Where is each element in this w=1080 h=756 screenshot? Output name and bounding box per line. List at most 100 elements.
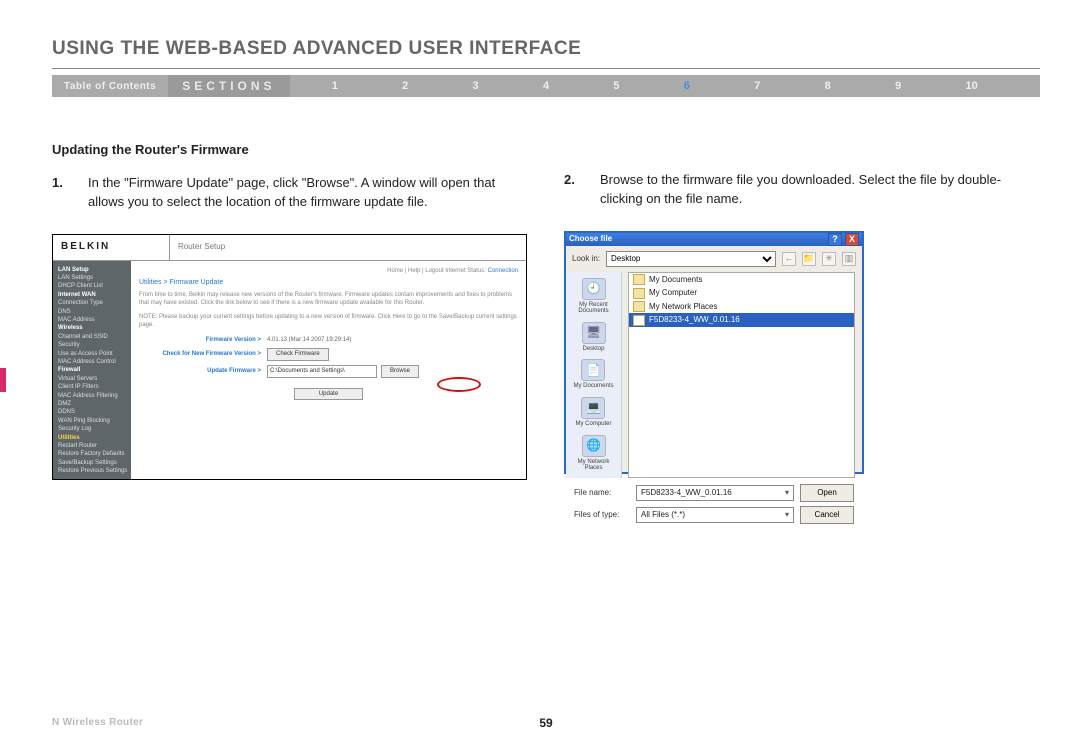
section-link-4[interactable]: 4 — [543, 80, 549, 92]
sidebar-item[interactable]: Restart Router — [53, 441, 131, 449]
router-pane: Home | Help | Logout Internet Status: Co… — [131, 261, 526, 479]
sidebar-item[interactable]: Connection Type — [53, 298, 131, 306]
check-firmware-label: Check for New Firmware Version > — [139, 350, 267, 359]
section-navbar: Table of Contents SECTIONS 1 2 3 4 5 6 7 8 9 10 — [52, 75, 1040, 97]
file-item[interactable]: My Documents — [629, 273, 854, 287]
sections-label: SECTIONS — [168, 75, 289, 97]
sidebar-item[interactable]: Security — [53, 340, 131, 348]
file-icon — [633, 274, 645, 285]
sidebar-header: Firewall — [53, 365, 131, 373]
step-1-number: 1. — [52, 174, 74, 212]
newfolder-icon[interactable]: ✳ — [822, 252, 836, 266]
sidebar-item[interactable]: MAC Address Control — [53, 357, 131, 365]
place-item[interactable]: 📄My Documents — [573, 359, 613, 390]
sidebar-item[interactable]: Virtual Servers — [53, 374, 131, 382]
sidebar-item[interactable]: Channel and SSID — [53, 332, 131, 340]
lookin-label: Look in: — [572, 253, 600, 265]
sidebar-header: Internet WAN — [53, 290, 131, 298]
sidebar-item[interactable]: Save/Backup Settings — [53, 458, 131, 466]
section-link-8[interactable]: 8 — [825, 80, 831, 92]
section-link-3[interactable]: 3 — [473, 80, 479, 92]
sidebar-header: Wireless — [53, 323, 131, 331]
places-bar: 🕘My Recent Documents 🖥Desktop 📄My Document… — [566, 272, 622, 478]
section-link-1[interactable]: 1 — [332, 80, 338, 92]
browse-highlight-circle — [437, 377, 481, 392]
sidebar-item[interactable]: DMZ — [53, 399, 131, 407]
section-link-5[interactable]: 5 — [613, 80, 619, 92]
section-link-7[interactable]: 7 — [754, 80, 760, 92]
place-icon: 💻 — [581, 397, 605, 419]
sidebar-item[interactable]: LAN Settings — [53, 273, 131, 281]
cancel-button[interactable]: Cancel — [800, 506, 854, 524]
dialog-title: Choose file — [569, 233, 612, 245]
section-numbers: 1 2 3 4 5 6 7 8 9 10 — [290, 80, 1040, 92]
place-item[interactable]: 🌐My Network Places — [568, 435, 619, 472]
router-brand: BELKIN — [53, 235, 170, 260]
open-button[interactable]: Open — [800, 484, 854, 502]
update-path-input[interactable]: C:\Documents and Settings\ — [267, 365, 377, 378]
back-icon[interactable]: ← — [782, 252, 796, 266]
file-icon — [633, 288, 645, 299]
sidebar-item[interactable]: DNS — [53, 307, 131, 315]
sidebar-item[interactable]: DHCP Client List — [53, 281, 131, 289]
filetype-label: Files of type: — [574, 509, 630, 521]
subheading: Updating the Router's Firmware — [52, 141, 528, 160]
page-title: USING THE WEB-BASED ADVANCED USER INTERF… — [52, 38, 1040, 60]
title-rule — [52, 68, 1040, 69]
firmware-version-label: Firmware Version > — [139, 336, 267, 345]
router-brand-sub: Router Setup — [170, 235, 526, 260]
sidebar-item[interactable]: Client IP Filters — [53, 382, 131, 390]
filetype-field[interactable]: All Files (*.*)▾ — [636, 507, 794, 523]
filename-label: File name: — [574, 487, 630, 499]
sidebar-item[interactable]: DDNS — [53, 407, 131, 415]
file-item[interactable]: My Network Places — [629, 300, 854, 314]
right-column: 2. Browse to the firmware file you downl… — [564, 141, 1040, 480]
views-icon[interactable]: ▥ — [842, 252, 856, 266]
section-link-10[interactable]: 10 — [965, 80, 977, 92]
sidebar-header: LAN Setup — [53, 265, 131, 273]
place-item[interactable]: 💻My Computer — [575, 397, 611, 428]
file-item[interactable]: F5D8233-4_WW_0.01.16 — [629, 313, 854, 327]
place-icon: 📄 — [581, 359, 605, 381]
sidebar-item[interactable]: Restore Factory Defaults — [53, 449, 131, 457]
page-number: 59 — [539, 716, 552, 730]
router-ui-screenshot: BELKIN Router Setup LAN SetupLAN Setting… — [52, 234, 527, 480]
check-firmware-button[interactable]: Check Firmware — [267, 348, 329, 361]
place-icon: 🌐 — [582, 435, 606, 457]
up-icon[interactable]: 📁 — [802, 252, 816, 266]
left-column: Updating the Router's Firmware 1. In the… — [52, 141, 528, 480]
file-item[interactable]: My Computer — [629, 286, 854, 300]
sidebar-item[interactable]: Restore Previous Settings — [53, 466, 131, 474]
place-icon: 🕘 — [582, 278, 606, 300]
step-2-text: Browse to the firmware file you download… — [600, 171, 1040, 209]
file-icon — [633, 315, 645, 326]
browse-button[interactable]: Browse — [381, 365, 419, 378]
filename-field[interactable]: F5D8233-4_WW_0.01.16▾ — [636, 485, 794, 501]
page-edge-mark — [0, 368, 6, 392]
step-1: 1. In the "Firmware Update" page, click … — [52, 174, 528, 212]
place-item[interactable]: 🖥Desktop — [582, 322, 606, 353]
section-link-6[interactable]: 6 — [684, 80, 690, 92]
sidebar-item[interactable]: Use as Access Point — [53, 349, 131, 357]
update-firmware-label: Update Firmware > — [139, 367, 267, 376]
step-1-text: In the "Firmware Update" page, click "Br… — [88, 174, 528, 212]
update-button[interactable]: Update — [294, 388, 363, 401]
sidebar-item[interactable]: Security Log — [53, 424, 131, 432]
firmware-version-value: 4.01.13 (Mar 14 2007 19:29:14) — [267, 336, 351, 345]
lookin-select[interactable]: Desktop — [606, 251, 776, 267]
file-icon — [633, 301, 645, 312]
router-header-links: Home | Help | Logout Internet Status: Co… — [139, 267, 518, 276]
router-para-2: NOTE: Please backup your current setting… — [139, 314, 518, 330]
sidebar-item[interactable]: WAN Ping Blocking — [53, 416, 131, 424]
step-2: 2. Browse to the firmware file you downl… — [564, 171, 1040, 209]
sidebar-item[interactable]: MAC Address Filtering — [53, 391, 131, 399]
file-list[interactable]: My DocumentsMy ComputerMy Network Places… — [628, 272, 855, 478]
section-link-2[interactable]: 2 — [402, 80, 408, 92]
section-link-9[interactable]: 9 — [895, 80, 901, 92]
help-icon[interactable]: ? — [828, 233, 842, 246]
sidebar-item[interactable]: MAC Address — [53, 315, 131, 323]
router-sidebar: LAN SetupLAN SettingsDHCP Client ListInt… — [53, 261, 131, 479]
toc-label[interactable]: Table of Contents — [52, 81, 168, 92]
place-item[interactable]: 🕘My Recent Documents — [568, 278, 619, 315]
close-icon[interactable]: X — [845, 233, 859, 246]
